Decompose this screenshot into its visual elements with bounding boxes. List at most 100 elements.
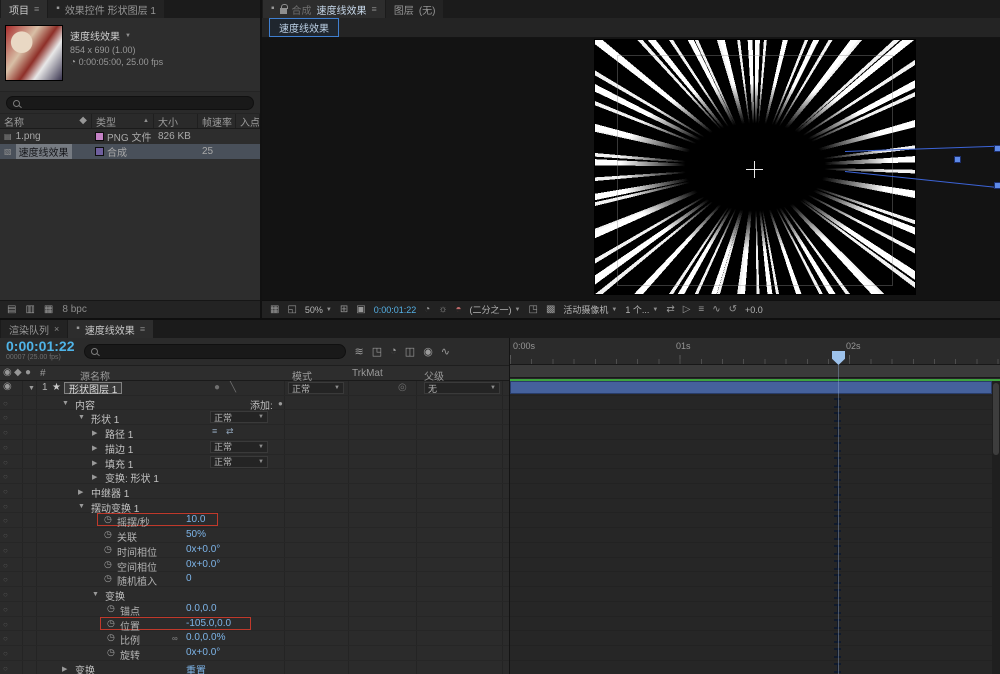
panel-menu-icon[interactable]: ≡ [34,4,39,14]
project-thumbnail[interactable] [6,26,62,80]
twirl-closed-icon[interactable]: ▶ [78,488,83,496]
twirl-open-icon[interactable]: ▼ [92,591,99,598]
stopwatch-icon[interactable]: ◷ [104,544,112,555]
selection-handle[interactable] [955,157,960,162]
path-reverse-icon[interactable]: ⇄ [226,426,234,437]
track-row[interactable] [510,646,992,661]
anchor-point-widget[interactable] [746,161,763,178]
trkmat-icon[interactable]: ◎ [398,382,407,393]
link-dimensions-icon[interactable]: ∞ [172,634,178,643]
property-row[interactable]: ○▶填充 1正常▼ [0,455,509,470]
show-channels-icon[interactable]: ◓ [455,305,461,315]
panel-menu-icon[interactable]: ≡ [140,324,145,334]
label-swatch[interactable] [96,133,103,140]
property-row[interactable]: ○▼摆动变换 1 [0,499,509,514]
tab-project[interactable]: 项目 ≡ [1,0,47,18]
blend-mode-select[interactable]: 正常▼ [210,411,268,423]
grid-guides-icon[interactable]: ⊞ [340,305,348,315]
track-row[interactable] [510,425,992,440]
region-of-interest-icon[interactable]: ◳ [528,305,537,315]
twirl-open-icon[interactable]: ▼ [78,414,85,421]
twirl-open-icon[interactable]: ▼ [78,503,85,510]
reset-link[interactable]: 重置 [186,662,206,674]
layer-mode-select[interactable]: 正常▼ [288,382,344,394]
stopwatch-icon[interactable]: ◷ [107,618,115,629]
exposure-value[interactable]: +0.0 [745,305,763,315]
column-inpoint[interactable]: 入点 [236,114,260,128]
track-row[interactable] [510,617,992,632]
table-row[interactable]: ▤1.pngPNG 文件826 KB [0,129,260,144]
blend-mode-select[interactable]: 正常▼ [210,441,268,453]
new-folder-icon[interactable]: ▥ [25,305,34,315]
preview-monitor-icon[interactable]: ▦ [270,305,279,315]
viewer-canvas[interactable] [262,38,1000,300]
property-row[interactable]: ○◷位置-105.0,0.0 [0,617,509,632]
twirl-closed-icon[interactable]: ▶ [92,429,97,437]
tab-timeline-comp[interactable]: ▪ 速度线效果 ≡ [68,320,153,338]
lock-icon[interactable] [280,8,287,14]
reset-exposure-icon[interactable]: ↺ [729,305,737,315]
table-row[interactable]: ▧速度线效果合成25 [0,144,260,159]
track-row[interactable] [510,410,992,425]
property-value[interactable]: 0x+0.0° [186,559,220,570]
property-row[interactable]: ○▶中继器 1 [0,484,509,499]
graph-editor-icon[interactable]: ∿ [441,345,450,358]
view-layout-select[interactable]: 1 个...▼ [625,303,658,316]
twirl-closed-icon[interactable]: ▶ [92,444,97,452]
property-value[interactable]: 0x+0.0° [186,647,220,658]
track-row[interactable] [510,558,992,573]
property-row[interactable]: ○◷随机植入0 [0,572,509,587]
tab-layer[interactable]: 图层 (无) [386,0,444,18]
chevron-down-icon[interactable]: ▼ [125,33,131,39]
scrollbar-thumb[interactable] [993,383,999,455]
track-row[interactable] [510,499,992,514]
stopwatch-icon[interactable]: ◷ [107,603,115,614]
column-size[interactable]: 大小 [154,114,198,128]
timeline-button-icon[interactable]: ≡ [698,305,704,315]
column-type[interactable]: 类型▲ [92,114,154,128]
layer-track-row[interactable] [510,381,992,396]
property-row[interactable]: ○◷旋转0x+0.0° [0,646,509,661]
property-row[interactable]: ○▼内容添加:● [0,396,509,411]
property-row[interactable]: ○▶变换: 形状 1 [0,469,509,484]
column-trkmat[interactable]: TrkMat [352,368,383,379]
project-empty-area[interactable] [0,159,260,300]
interpret-footage-icon[interactable]: ▤ [7,305,16,315]
track-row[interactable] [510,455,992,470]
tab-effect-controls[interactable]: ▪ 效果控件 形状图层 1 [48,0,164,18]
tab-render-queue[interactable]: 渲染队列 × [1,320,67,338]
selection-handle[interactable] [995,146,1000,151]
property-row[interactable]: ○◷空间相位0x+0.0° [0,558,509,573]
label-swatch[interactable] [96,148,103,155]
property-row[interactable]: ○◷比例∞0.0,0.0% [0,631,509,646]
time-ruler[interactable]: 0:00s01s02s [510,338,1000,365]
project-search-input[interactable] [6,96,254,110]
work-area-bar[interactable] [510,365,1000,378]
property-value[interactable]: 0x+0.0° [186,544,220,555]
effects-switch-icon[interactable]: ╲ [230,382,236,393]
quality-switch-icon[interactable]: ● [214,382,220,393]
track-row[interactable] [510,572,992,587]
resolution-select[interactable]: (二分之一)▼ [470,303,521,316]
ruler-toggle-icon[interactable]: ◱ [287,305,296,315]
property-row[interactable]: ○▶变换重置 [0,661,509,674]
track-row[interactable] [510,543,992,558]
flowchart-icon[interactable]: ∿ [712,305,720,315]
property-value[interactable]: 10.0 [186,514,205,525]
pixel-aspect-icon[interactable]: ⇄ [666,305,674,315]
track-row[interactable] [510,602,992,617]
mini-flowchart-icon[interactable]: ≋ [355,345,364,358]
track-row[interactable] [510,587,992,602]
track-row[interactable] [510,631,992,646]
property-row[interactable]: ○▶路径 1≡⇄ [0,425,509,440]
property-row[interactable]: ○◷关联50% [0,528,509,543]
property-row[interactable]: ○▼变换 [0,587,509,602]
property-value[interactable]: -105.0,0.0 [186,618,231,629]
close-icon[interactable]: × [54,324,59,334]
stopwatch-icon[interactable]: ◷ [104,559,112,570]
track-row[interactable] [510,440,992,455]
snapshot-icon[interactable]: ◔ [424,305,430,315]
new-composition-icon[interactable]: ▦ [44,305,53,315]
layer-name[interactable]: 形状图层 1 [64,382,122,394]
draft-3d-icon[interactable]: ◳ [372,345,382,358]
